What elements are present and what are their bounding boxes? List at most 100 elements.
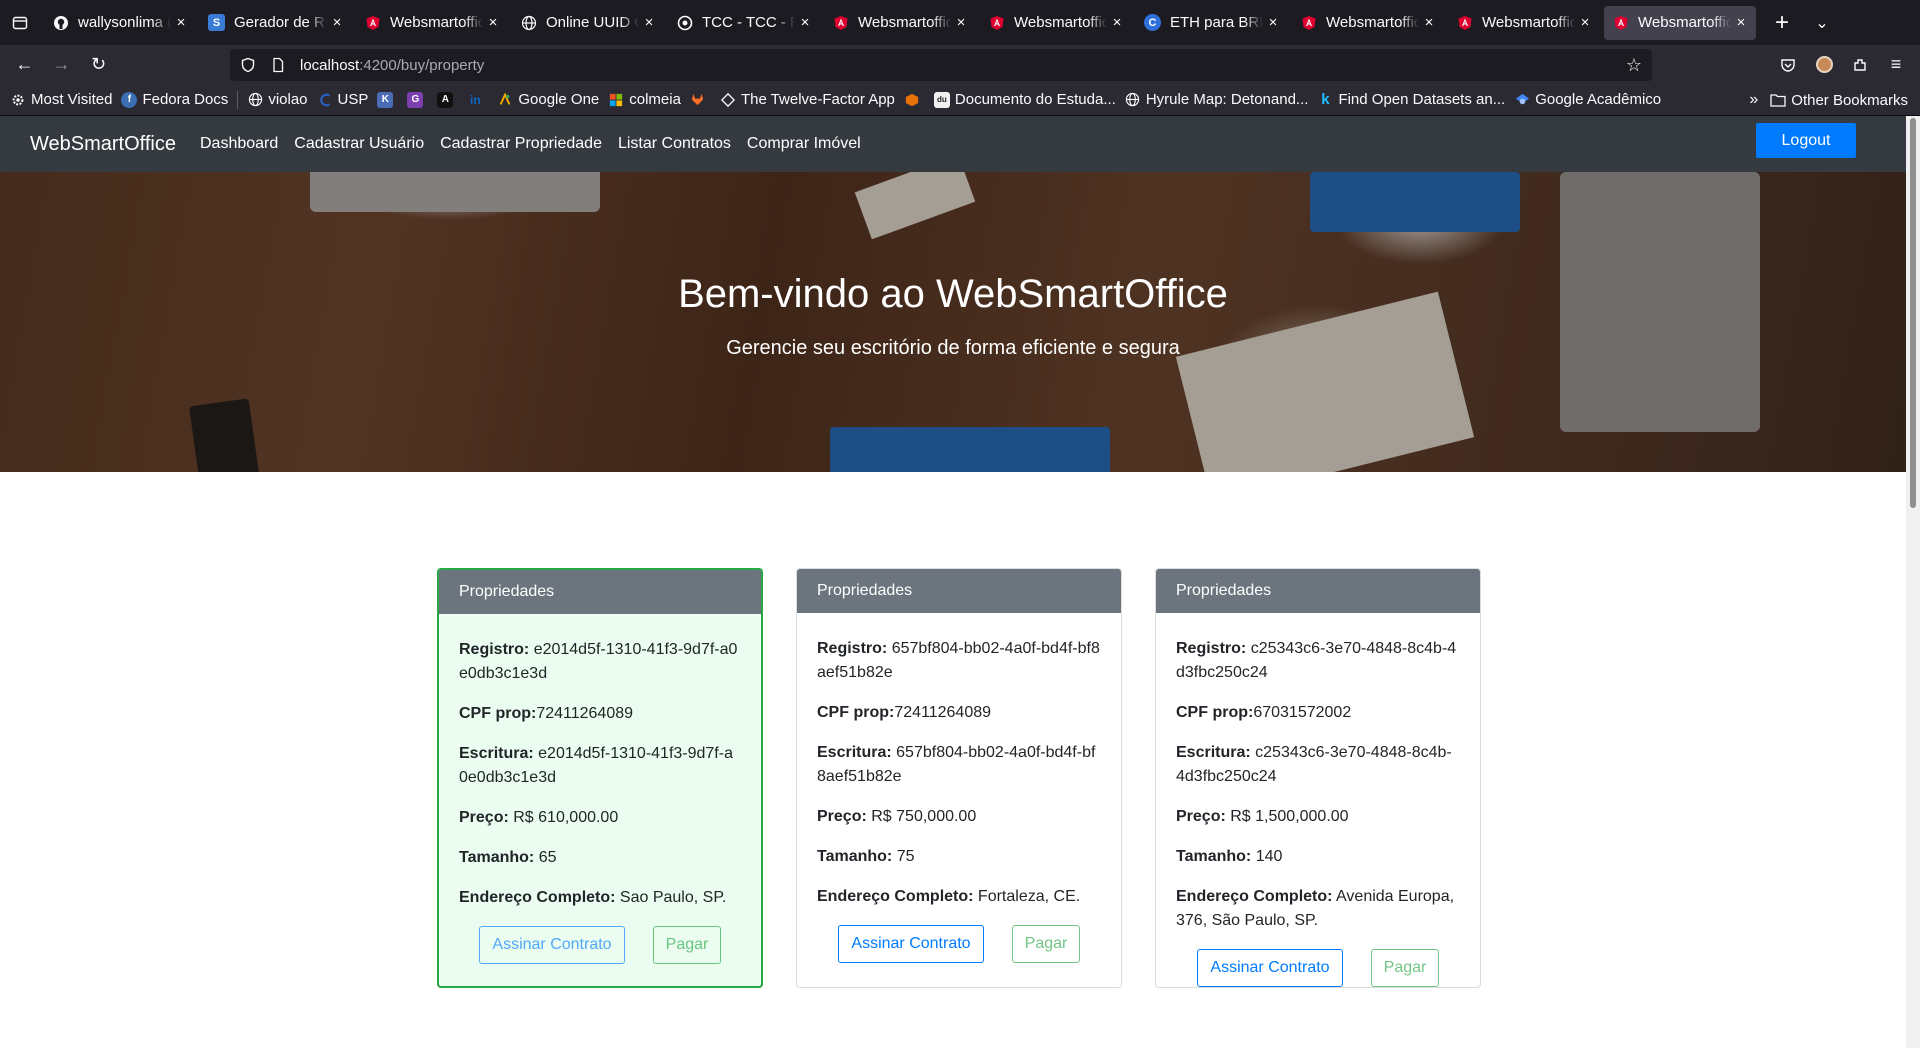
property-card[interactable]: Propriedades Registro: c25343c6-3e70-4848… (1155, 568, 1481, 988)
property-cpf-value: 72411264089 (536, 705, 634, 722)
bookmark-star-icon[interactable]: ☆ (1626, 55, 1642, 76)
bookmark-item[interactable] (690, 92, 711, 108)
bookmark-item[interactable]: f Fedora Docs (121, 91, 228, 108)
browser-tab[interactable]: Websmartoffic × (356, 6, 508, 40)
bookmark-item[interactable]: Most Visited (10, 91, 112, 108)
browser-tab[interactable]: Websmartoffic × (824, 6, 976, 40)
usp-icon (317, 92, 333, 108)
bookmark-item[interactable]: K (377, 91, 398, 108)
bookmark-label: Fedora Docs (142, 91, 229, 108)
doc-icon: du (933, 91, 950, 108)
close-tab-icon[interactable]: × (1266, 14, 1280, 31)
browser-tab[interactable]: Online UUID Ge× (512, 6, 664, 40)
forward-icon[interactable]: → (43, 49, 80, 81)
assinar-contrato-button[interactable]: Assinar Contrato (1197, 949, 1343, 987)
reload-icon[interactable]: ↻ (80, 49, 117, 81)
browser-tab[interactable]: C ETH para BRL: 1× (1136, 6, 1288, 40)
pagar-button[interactable]: Pagar (1371, 949, 1439, 987)
browser-tab[interactable]: Websmartoffic × (1448, 6, 1600, 40)
other-bookmarks[interactable]: Other Bookmarks (1770, 92, 1908, 109)
bookmark-label: Google Acadêmico (1535, 91, 1662, 108)
bookmark-item[interactable]: Google One (497, 91, 599, 108)
card-body: Registro: e2014d5f-1310-41f3-9d7f-a0e0db… (439, 614, 761, 980)
angular-icon (988, 14, 1005, 31)
app-brand[interactable]: WebSmartOffice (30, 133, 176, 156)
property-endereco-label: Endereço Completo: (459, 889, 616, 906)
tab-title: Websmartoffic (390, 14, 483, 31)
property-tamanho-label: Tamanho: (459, 849, 535, 866)
tab-title: Websmartoffic (1482, 14, 1575, 31)
browser-tab[interactable]: S Gerador de RG × (200, 6, 352, 40)
nav-cadastrar-propriedade[interactable]: Cadastrar Propriedade (440, 135, 602, 153)
property-cpf-label: CPF prop: (1176, 704, 1254, 721)
property-card[interactable]: Propriedades Registro: e2014d5f-1310-41f3… (437, 568, 763, 988)
bookmark-item[interactable]: du Documento do Estuda... (933, 91, 1116, 108)
page-scrollbar[interactable] (1906, 116, 1920, 1048)
browser-tab[interactable]: TCC - TCC - Fro× (668, 6, 820, 40)
property-registro-label: Registro: (817, 640, 888, 657)
assinar-contrato-button[interactable]: Assinar Contrato (838, 925, 984, 963)
browser-tab[interactable]: Websmartoffic × (1604, 5, 1756, 40)
browser-tab[interactable]: wallysonlima (W× (44, 6, 196, 40)
extensions-icon[interactable] (1842, 49, 1878, 81)
bookmark-item[interactable]: Google Acadêmico (1514, 91, 1661, 108)
chevron-down-icon[interactable]: ⌄ (1802, 0, 1842, 45)
other-bookmarks-label: Other Bookmarks (1791, 91, 1908, 109)
bookmark-item[interactable] (904, 92, 925, 108)
url-text[interactable]: localhost:4200/buy/property (300, 57, 484, 74)
bookmark-item[interactable]: in (467, 92, 488, 108)
nav-listar-contratos[interactable]: Listar Contratos (618, 135, 731, 153)
folder-icon (1770, 94, 1786, 107)
tab-title: wallysonlima (W (78, 14, 171, 31)
close-tab-icon[interactable]: × (174, 14, 188, 31)
close-tab-icon[interactable]: × (486, 14, 500, 31)
account-avatar-icon[interactable] (1806, 49, 1842, 81)
nav-cadastrar-usuario[interactable]: Cadastrar Usuário (294, 135, 424, 153)
bookmark-item[interactable]: colmeia (608, 91, 681, 108)
tab-list-icon[interactable] (0, 0, 40, 45)
property-preco-value: R$ 750,000.00 (871, 808, 977, 825)
property-preco-label: Preço: (1176, 808, 1226, 825)
close-tab-icon[interactable]: × (330, 14, 344, 31)
shield-icon[interactable] (240, 57, 256, 73)
property-endereco: Endereço Completo: Sao Paulo, SP. (459, 886, 741, 910)
logout-button[interactable]: Logout (1756, 123, 1856, 158)
property-cpf-value: 67031572002 (1253, 704, 1352, 721)
nav-dashboard[interactable]: Dashboard (200, 135, 278, 153)
bookmark-item[interactable]: USP (317, 91, 368, 108)
url-bar[interactable]: localhost:4200/buy/property ☆ (230, 49, 1652, 81)
property-preco-label: Preço: (459, 809, 509, 826)
bookmark-item[interactable]: A (437, 91, 458, 108)
bookmark-item[interactable]: k Find Open Datasets an... (1317, 91, 1505, 108)
kaggle-icon: k (1321, 91, 1330, 108)
github-icon (52, 14, 69, 31)
close-tab-icon[interactable]: × (1578, 14, 1592, 31)
pagar-button[interactable]: Pagar (1012, 925, 1080, 963)
pocket-icon[interactable] (1770, 49, 1806, 81)
pagar-button[interactable]: Pagar (653, 926, 721, 964)
browser-tab[interactable]: Websmartoffic × (1292, 6, 1444, 40)
property-card[interactable]: Propriedades Registro: 657bf804-bb02-4a0f… (796, 568, 1122, 988)
bookmark-item[interactable]: The Twelve-Factor App (720, 91, 895, 108)
bookmark-item[interactable]: G (407, 91, 428, 108)
property-tamanho-label: Tamanho: (1176, 848, 1252, 865)
property-tamanho: Tamanho: 140 (1176, 845, 1460, 869)
browser-tab[interactable]: Websmartoffic × (980, 6, 1132, 40)
close-tab-icon[interactable]: × (798, 14, 812, 31)
nav-comprar-imovel[interactable]: Comprar Imóvel (747, 135, 861, 153)
close-tab-icon[interactable]: × (954, 14, 968, 31)
bookmark-item[interactable]: violao (247, 91, 308, 108)
page-icon[interactable] (270, 57, 286, 73)
bookmark-item[interactable]: Hyrule Map: Detonand... (1125, 91, 1308, 108)
close-tab-icon[interactable]: × (1110, 14, 1124, 31)
card-header: Propriedades (439, 570, 761, 614)
assinar-contrato-button[interactable]: Assinar Contrato (479, 926, 625, 964)
close-tab-icon[interactable]: × (1422, 14, 1436, 31)
close-tab-icon[interactable]: × (1734, 14, 1748, 31)
back-icon[interactable]: ← (6, 49, 43, 81)
scrollbar-thumb[interactable] (1910, 118, 1916, 508)
menu-icon[interactable]: ≡ (1878, 49, 1914, 81)
new-tab-icon[interactable]: + (1762, 0, 1802, 45)
more-bookmarks-icon[interactable]: » (1749, 91, 1758, 109)
close-tab-icon[interactable]: × (642, 14, 656, 31)
